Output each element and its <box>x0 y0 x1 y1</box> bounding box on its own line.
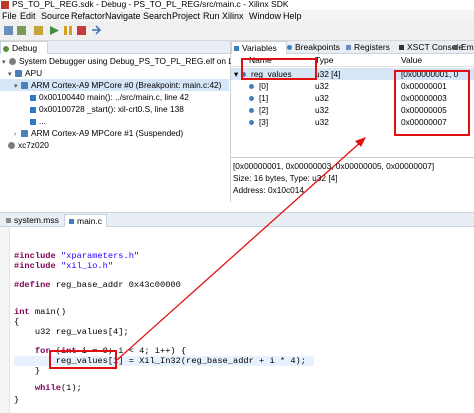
annotation-arrow <box>116 137 366 361</box>
